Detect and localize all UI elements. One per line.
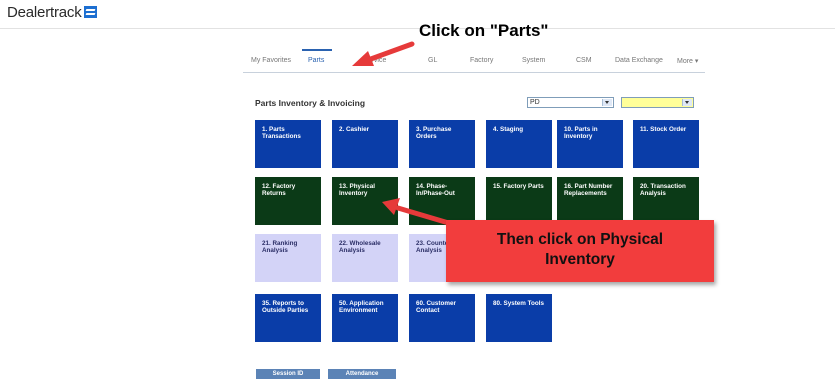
annotation-line-1: Then click on Physical [496,231,664,248]
annotation-click-physical-inventory: Then click on Physical Inventory [446,220,714,282]
annotation-arrows [352,41,455,227]
annotation-line-2: Inventory [545,251,615,268]
arrow-to-parts-icon [352,41,415,66]
arrow-to-physical-inventory-icon [382,198,455,227]
